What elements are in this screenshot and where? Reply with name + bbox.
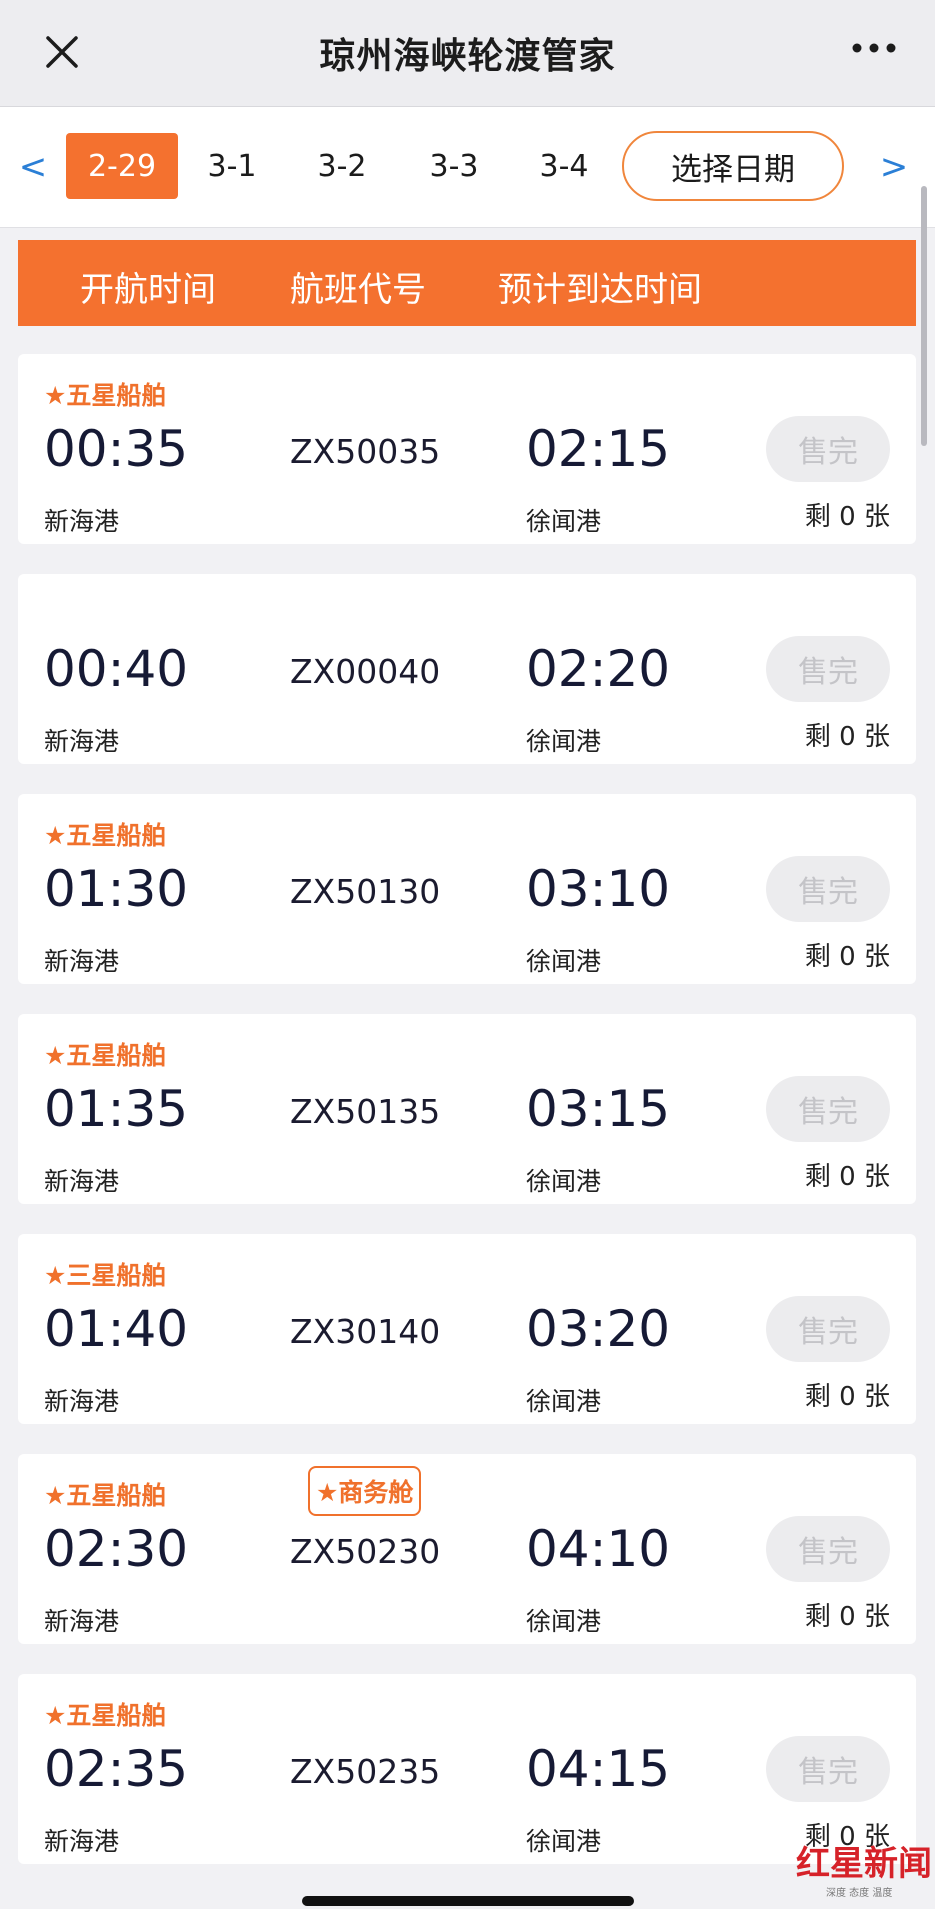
- remaining-tickets: 剩 0 张: [804, 1162, 890, 1192]
- arrival-port: 徐闻港: [526, 507, 602, 536]
- departure-port: 新海港: [44, 1607, 120, 1636]
- header-code: 航班代号: [290, 270, 426, 310]
- flight-code: ZX50230: [290, 1532, 441, 1571]
- arrival-port: 徐闻港: [526, 1387, 602, 1416]
- watermark-brand: 红星新闻: [796, 1844, 932, 1884]
- flight-card[interactable]: ★五星船舶 02:35 ZX50235 04:15 新海港 徐闻港 售完剩 0 张: [18, 1674, 916, 1864]
- flight-card[interactable]: ★五星船舶 00:35 ZX50035 02:15 新海港 徐闻港 售完剩 0 张: [18, 354, 916, 544]
- sold-out-button[interactable]: 售完: [766, 636, 890, 702]
- news-watermark: 红星新闻 深度 态度 温度: [796, 1834, 932, 1900]
- ship-rating-tag: ★五星船舶: [44, 821, 167, 850]
- arrival-port: 徐闻港: [526, 1607, 602, 1636]
- sold-out-button[interactable]: 售完: [766, 1516, 890, 1582]
- arrival-port: 徐闻港: [526, 1827, 602, 1856]
- departure-time: 00:40: [44, 640, 189, 698]
- departure-port: 新海港: [44, 727, 120, 756]
- flight-code: ZX50035: [290, 432, 441, 471]
- date-bar: < 2-29 3-1 3-2 3-3 3-4 选择日期 >: [0, 106, 935, 228]
- departure-time: 00:35: [44, 420, 189, 478]
- flight-code: ZX50135: [290, 1092, 441, 1131]
- header-arrival: 预计到达时间: [498, 270, 702, 310]
- close-icon[interactable]: [44, 34, 80, 70]
- date-tab-2[interactable]: 3-2: [286, 133, 398, 199]
- departure-time: 02:30: [44, 1520, 189, 1578]
- sold-out-button[interactable]: 售完: [766, 1296, 890, 1362]
- flight-card[interactable]: ★五星船舶 01:30 ZX50130 03:10 新海港 徐闻港 售完剩 0 张: [18, 794, 916, 984]
- departure-port: 新海港: [44, 1387, 120, 1416]
- date-tab-0[interactable]: 2-29: [66, 133, 178, 199]
- remaining-tickets: 剩 0 张: [804, 722, 890, 752]
- cabin-badge: ★商务舱: [308, 1466, 422, 1516]
- date-tab-1[interactable]: 3-1: [176, 133, 288, 199]
- remaining-tickets: 剩 0 张: [804, 1602, 890, 1632]
- ship-rating-tag: ★五星船舶: [44, 1701, 167, 1730]
- sold-out-button[interactable]: 售完: [766, 416, 890, 482]
- flight-card[interactable]: ★五星船舶 01:35 ZX50135 03:15 新海港 徐闻港 售完剩 0 张: [18, 1014, 916, 1204]
- arrival-port: 徐闻港: [526, 1167, 602, 1196]
- arrival-port: 徐闻港: [526, 727, 602, 756]
- arrival-time: 03:10: [526, 860, 671, 918]
- ship-rating-tag: ★五星船舶: [44, 381, 167, 410]
- sold-out-button[interactable]: 售完: [766, 1736, 890, 1802]
- prev-date-arrow[interactable]: <: [18, 147, 48, 187]
- ship-rating-tag: ★五星船舶: [44, 1041, 167, 1070]
- departure-time: 01:30: [44, 860, 189, 918]
- departure-port: 新海港: [44, 947, 120, 976]
- sold-out-button[interactable]: 售完: [766, 856, 890, 922]
- arrival-time: 02:20: [526, 640, 671, 698]
- departure-time: 01:35: [44, 1080, 189, 1138]
- arrival-time: 04:15: [526, 1740, 671, 1798]
- header-departure: 开航时间: [80, 270, 216, 310]
- scrollbar[interactable]: [921, 186, 927, 446]
- pick-date-button[interactable]: 选择日期: [622, 131, 844, 201]
- remaining-tickets: 剩 0 张: [804, 1382, 890, 1412]
- ship-rating-tag: ★五星船舶: [44, 1481, 167, 1510]
- more-icon[interactable]: [851, 40, 897, 56]
- departure-port: 新海港: [44, 1827, 120, 1856]
- flight-card[interactable]: 00:40 ZX00040 02:20 新海港 徐闻港 售完剩 0 张: [18, 574, 916, 764]
- arrival-time: 02:15: [526, 420, 671, 478]
- ship-rating-tag: ★三星船舶: [44, 1261, 167, 1290]
- arrival-time: 03:20: [526, 1300, 671, 1358]
- flight-code: ZX50235: [290, 1752, 441, 1791]
- flight-code: ZX00040: [290, 652, 441, 691]
- watermark-sub: 深度 态度 温度: [826, 1888, 893, 1899]
- next-date-arrow[interactable]: >: [879, 147, 909, 187]
- arrival-time: 04:10: [526, 1520, 671, 1578]
- date-tab-4[interactable]: 3-4: [508, 133, 620, 199]
- app-title: 琼州海峡轮渡管家: [319, 36, 616, 77]
- remaining-tickets: 剩 0 张: [804, 942, 890, 972]
- flight-card[interactable]: ★五星船舶 ★商务舱 02:30 ZX50230 04:10 新海港 徐闻港 售完剩 0 张: [18, 1454, 916, 1644]
- departure-port: 新海港: [44, 1167, 120, 1196]
- departure-time: 02:35: [44, 1740, 189, 1798]
- flight-code: ZX50130: [290, 872, 441, 911]
- remaining-tickets: 剩 0 张: [804, 502, 890, 532]
- date-tab-3[interactable]: 3-3: [398, 133, 510, 199]
- departure-time: 01:40: [44, 1300, 189, 1358]
- arrival-port: 徐闻港: [526, 947, 602, 976]
- schedule-header: 开航时间 航班代号 预计到达时间: [18, 240, 916, 326]
- arrival-time: 03:15: [526, 1080, 671, 1138]
- flight-card[interactable]: ★三星船舶 01:40 ZX30140 03:20 新海港 徐闻港 售完剩 0 张: [18, 1234, 916, 1424]
- sold-out-button[interactable]: 售完: [766, 1076, 890, 1142]
- departure-port: 新海港: [44, 507, 120, 536]
- flight-code: ZX30140: [290, 1312, 441, 1351]
- home-indicator[interactable]: [302, 1896, 634, 1906]
- title-bar: 琼州海峡轮渡管家: [0, 0, 935, 106]
